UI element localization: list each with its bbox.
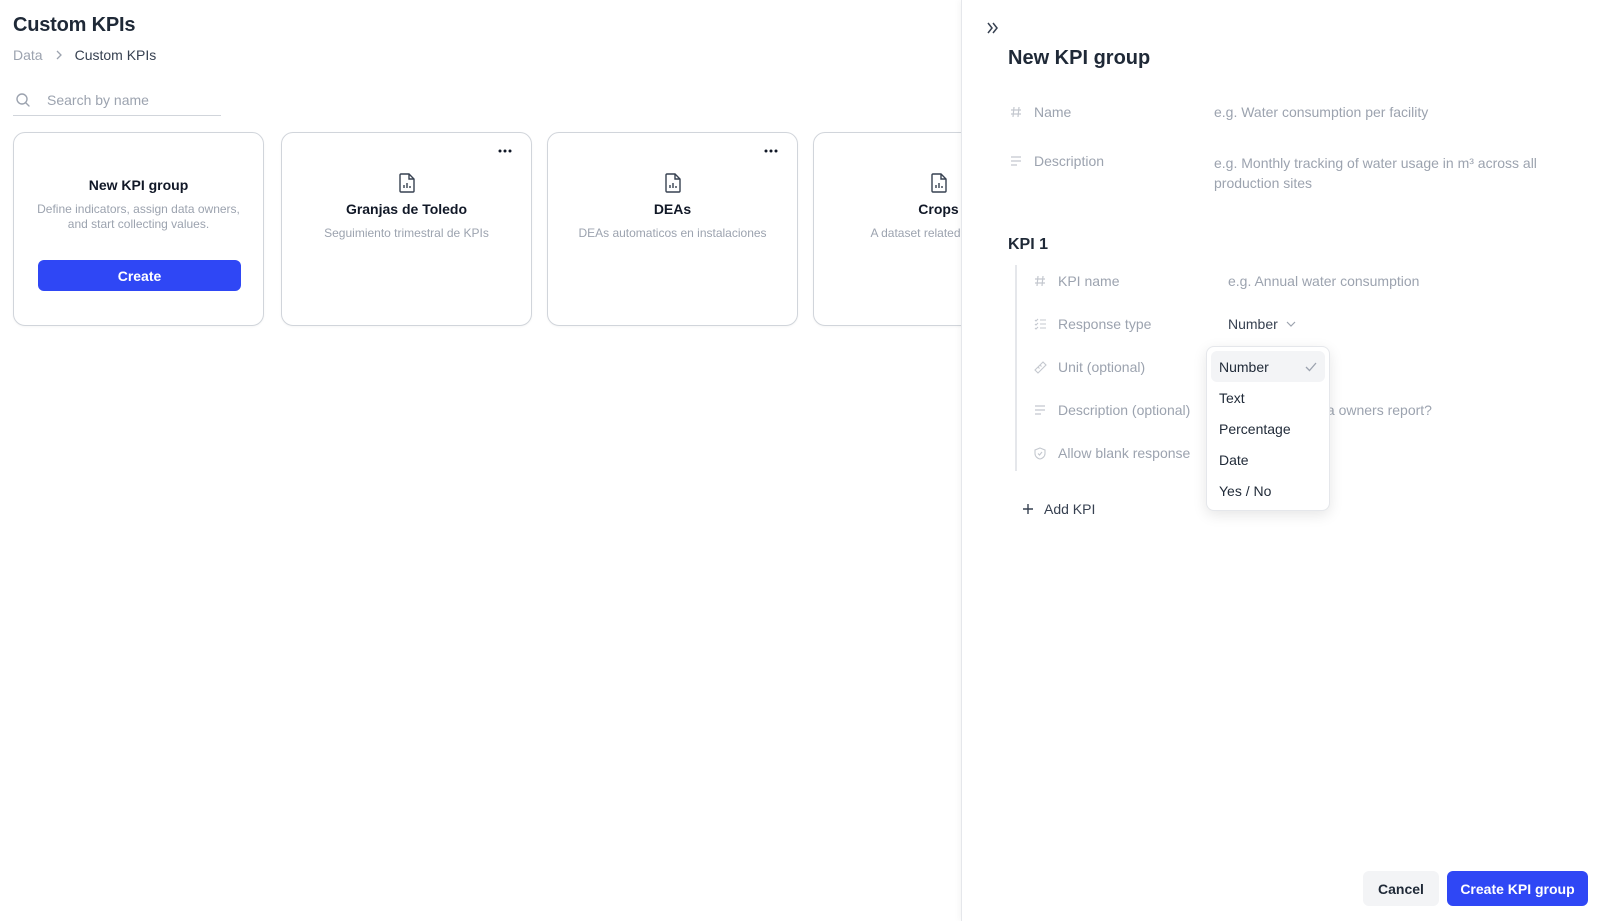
list-check-icon: [1032, 316, 1048, 332]
kpi-description-input[interactable]: ta owners report?: [1323, 402, 1432, 418]
dataset-description: Seguimiento trimestral de KPIs: [324, 226, 489, 240]
shield-check-icon: [1032, 445, 1048, 461]
kpi-section-rail: [1015, 265, 1017, 471]
dataset-card[interactable]: DEAs DEAs automaticos en instalaciones: [547, 132, 798, 326]
dropdown-option-yes-no[interactable]: Yes / No: [1211, 475, 1325, 506]
new-kpi-group-card: New KPI group Define indicators, assign …: [13, 132, 264, 326]
unit-label: Unit (optional): [1058, 359, 1146, 375]
kpi-description-label: Description (optional): [1058, 402, 1191, 418]
chevron-right-icon: [55, 50, 63, 60]
search-input[interactable]: [47, 91, 217, 108]
file-chart-icon: [398, 173, 416, 193]
dropdown-option-number[interactable]: Number: [1211, 351, 1325, 382]
text-lines-icon: [1032, 402, 1048, 418]
dataset-description: A dataset related to crops: [870, 226, 962, 240]
dataset-title: Granjas de Toledo: [345, 201, 468, 217]
group-name-input[interactable]: [1214, 104, 1564, 120]
dataset-description: DEAs automaticos en instalaciones: [578, 226, 767, 240]
file-chart-icon: [664, 173, 682, 193]
create-kpi-group-button[interactable]: Create KPI group: [1447, 871, 1588, 906]
response-type-select[interactable]: Number: [1228, 316, 1296, 332]
hash-icon: [1032, 273, 1048, 289]
kpi-name-input[interactable]: [1228, 273, 1558, 289]
dataset-card[interactable]: Crops A dataset related to crops: [813, 132, 962, 326]
more-options-icon[interactable]: [759, 143, 783, 159]
dataset-card[interactable]: Granjas de Toledo Seguimiento trimestral…: [281, 132, 532, 326]
collapse-drawer-icon[interactable]: [985, 20, 1001, 36]
group-description-label: Description: [1034, 153, 1105, 169]
search-bar: [13, 84, 221, 116]
breadcrumb: Data Custom KPIs: [13, 47, 156, 63]
group-name-row: Name: [1008, 104, 1564, 120]
page-title: Custom KPIs: [13, 14, 136, 36]
chevron-down-icon: [1286, 321, 1296, 327]
hash-icon: [1008, 104, 1024, 120]
kpi-name-row: KPI name: [1032, 273, 1558, 289]
kpi-heading: KPI 1: [1008, 236, 1049, 253]
kpi-name-label: KPI name: [1058, 273, 1120, 289]
group-description-row: Description: [1008, 153, 1564, 197]
response-type-value: Number: [1228, 316, 1278, 332]
plus-icon: [1020, 501, 1036, 517]
breadcrumb-current: Custom KPIs: [74, 47, 157, 63]
response-type-label: Response type: [1058, 316, 1152, 332]
more-options-icon[interactable]: [493, 143, 517, 159]
response-type-dropdown: Number Text Percentage Date Yes / No: [1206, 346, 1330, 511]
create-button[interactable]: Create: [38, 260, 241, 291]
new-kpi-group-description: Define indicators, assign data owners, a…: [37, 202, 240, 231]
dropdown-option-percentage[interactable]: Percentage: [1211, 413, 1325, 444]
main-content: Custom KPIs Data Custom KPIs New KPI gro…: [0, 0, 962, 921]
check-icon: [1305, 359, 1317, 375]
add-kpi-label: Add KPI: [1044, 501, 1096, 517]
unit-row: Unit (optional): [1032, 359, 1228, 375]
response-type-row: Response type Number: [1032, 316, 1296, 332]
allow-blank-label: Allow blank response: [1058, 445, 1191, 461]
dataset-title: Crops: [918, 201, 959, 217]
breadcrumb-data-link[interactable]: Data: [13, 47, 43, 63]
allow-blank-row: Allow blank response: [1032, 445, 1228, 461]
drawer-title: New KPI group: [1008, 47, 1151, 69]
text-lines-icon: [1008, 153, 1024, 169]
new-kpi-group-title: New KPI group: [88, 177, 189, 193]
ruler-icon: [1032, 359, 1048, 375]
add-kpi-button[interactable]: Add KPI: [1020, 501, 1095, 517]
search-icon: [13, 90, 33, 110]
file-chart-icon: [930, 173, 948, 193]
cancel-button[interactable]: Cancel: [1363, 871, 1439, 906]
dropdown-option-date[interactable]: Date: [1211, 444, 1325, 475]
group-name-label: Name: [1034, 104, 1072, 120]
group-description-input[interactable]: [1214, 153, 1564, 197]
dropdown-option-text[interactable]: Text: [1211, 382, 1325, 413]
dataset-title: DEAs: [653, 201, 692, 217]
